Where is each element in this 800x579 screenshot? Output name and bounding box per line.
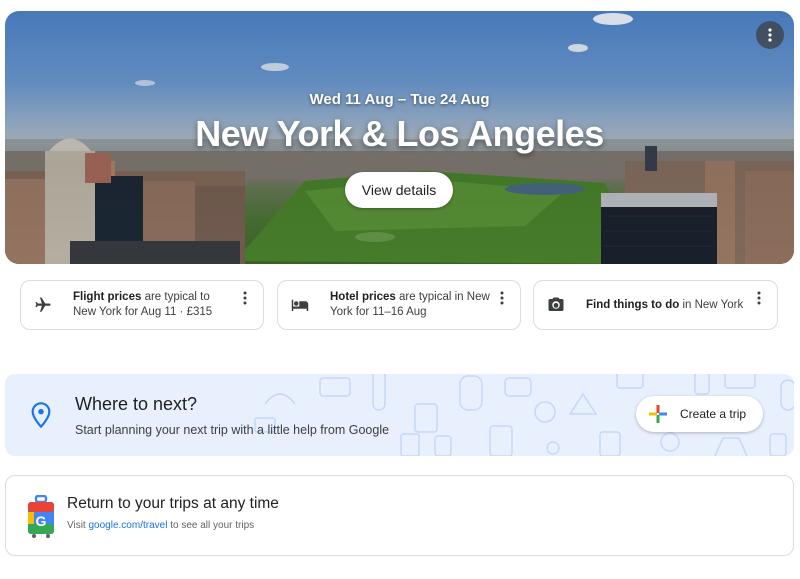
hotel-prices-card[interactable]: Hotel prices are typical in New York for… [277,280,521,330]
view-details-button[interactable]: View details [345,172,453,208]
where-to-next-banner: Where to next? Start planning your next … [5,374,794,456]
airplane-icon [34,296,52,314]
flight-prices-label: Flight prices [73,291,142,303]
google-plus-icon [649,405,667,423]
where-to-next-subtitle: Start planning your next trip with a lit… [75,423,390,437]
return-trips-prefix: Visit [67,520,89,531]
return-trips-title: Return to your trips at any time [67,495,279,512]
flight-prices-card[interactable]: Flight prices are typical to New York fo… [20,280,264,330]
create-trip-button[interactable]: Create a trip [636,396,763,432]
google-travel-link[interactable]: google.com/travel [89,520,168,531]
trip-hero-banner[interactable]: Wed 11 Aug – Tue 24 Aug New York & Los A… [5,11,794,264]
return-trips-subtitle: Visit google.com/travel to see all your … [67,520,254,531]
location-pin-icon [31,402,51,433]
hotel-prices-label: Hotel prices [330,291,396,303]
create-trip-label: Create a trip [680,407,747,421]
bed-icon [291,296,309,314]
trip-title: New York & Los Angeles [195,113,604,154]
more-vert-icon[interactable] [496,290,508,306]
trip-info-cards: Flight prices are typical to New York fo… [20,280,778,330]
more-vert-icon[interactable] [753,290,765,306]
trip-dates: Wed 11 Aug – Tue 24 Aug [309,91,490,108]
things-to-do-text: in New York [679,298,744,311]
more-vert-icon[interactable] [239,290,251,306]
things-to-do-label: Find things to do [586,298,680,311]
return-to-trips-card: G Return to your trips at any time Visit… [5,475,794,556]
svg-text:G: G [36,513,47,529]
google-suitcase-icon: G [26,494,56,544]
camera-icon [547,296,565,314]
things-to-do-card[interactable]: Find things to do in New York [533,280,778,330]
where-to-next-title: Where to next? [75,394,198,414]
more-vert-icon[interactable] [756,21,784,49]
return-trips-suffix: to see all your trips [167,520,255,531]
